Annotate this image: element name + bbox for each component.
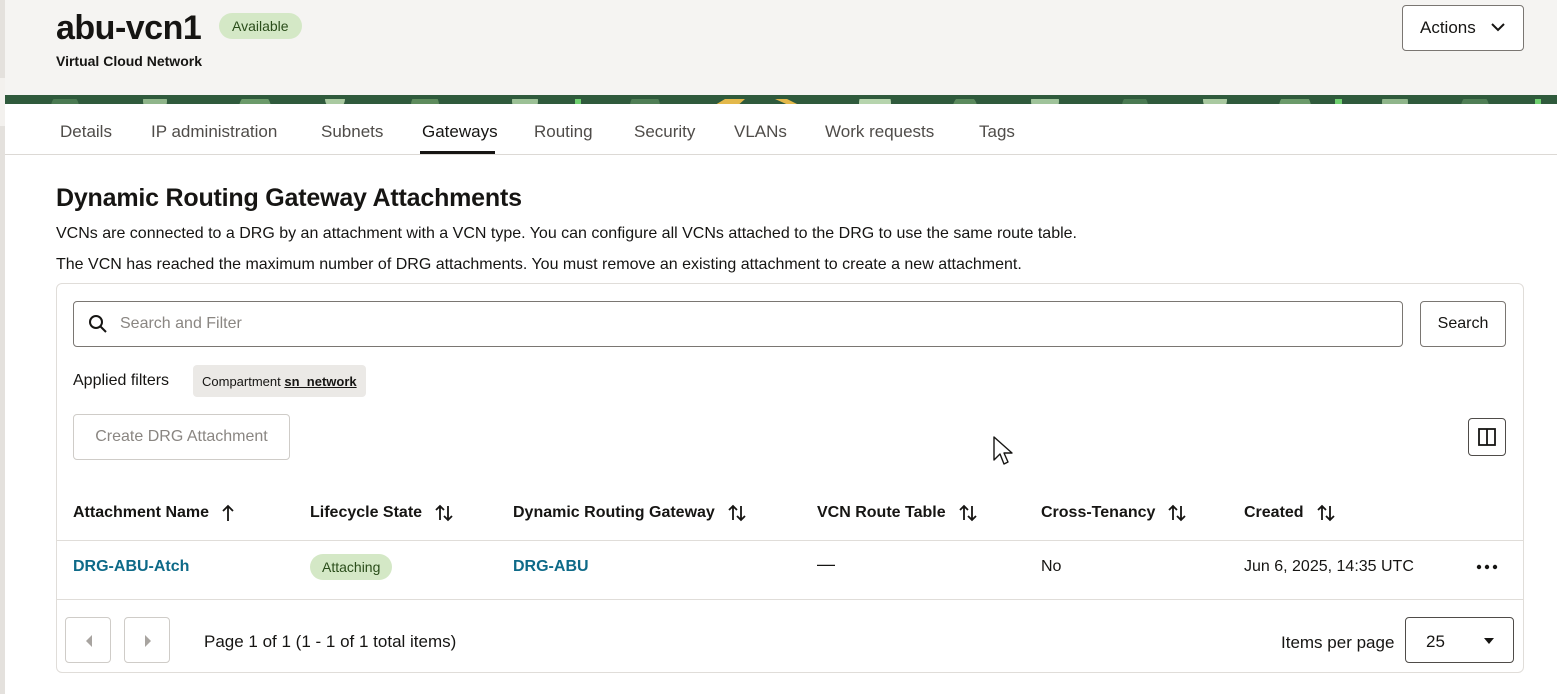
limit-notice: The VCN has reached the maximum number o… (56, 256, 1022, 273)
page-subtitle: Virtual Cloud Network (56, 53, 202, 69)
search-input[interactable] (120, 312, 1380, 336)
actions-button[interactable]: Actions (1402, 5, 1524, 51)
tab-details[interactable]: Details (60, 122, 112, 142)
mouse-cursor-icon (993, 436, 1013, 465)
section-description: VCNs are connected to a DRG by an attach… (56, 225, 1077, 242)
chevron-left-icon (86, 635, 92, 647)
tab-vlans[interactable]: VLANs (734, 122, 787, 142)
filter-chip-value[interactable]: sn_network (284, 374, 356, 389)
lifecycle-state-badge: Attaching (310, 554, 393, 580)
page-title: abu-vcn1 (56, 9, 202, 47)
column-header-label: VCN Route Table (817, 504, 946, 521)
column-header-label: Cross-Tenancy (1041, 504, 1156, 521)
pagination-summary: Page 1 of 1 (1 - 1 of 1 total items) (204, 632, 457, 651)
tab-ip-administration[interactable]: IP administration (151, 122, 277, 142)
caret-down-icon (1484, 638, 1494, 644)
sort-icon (728, 504, 746, 522)
column-header-label: Lifecycle State (310, 504, 423, 521)
compartment-filter-chip[interactable]: Compartment sn_network (193, 365, 366, 397)
column-header-cross-tenancy[interactable]: Cross-Tenancy (1041, 504, 1187, 522)
tab-bar: Details IP administration Subnets Gatewa… (5, 104, 1557, 155)
search-button[interactable]: Search (1420, 301, 1506, 347)
applied-filters-label: Applied filters (73, 372, 170, 389)
items-per-page-select[interactable]: 25 (1405, 617, 1514, 663)
sort-ascending-icon (222, 504, 234, 521)
decorative-banner (5, 95, 1557, 104)
tab-security[interactable]: Security (634, 122, 695, 142)
create-drg-attachment-button[interactable]: Create DRG Attachment (73, 414, 290, 460)
created-cell: Jun 6, 2025, 14:35 UTC (1244, 558, 1414, 575)
column-header-label: Created (1244, 504, 1304, 521)
status-badge: Available (219, 13, 302, 39)
tab-routing[interactable]: Routing (534, 122, 593, 142)
chevron-down-icon (1491, 23, 1505, 32)
column-header-lifecycle-state[interactable]: Lifecycle State (310, 504, 454, 522)
attachment-name-link[interactable]: DRG-ABU-Atch (73, 558, 189, 576)
section-title: Dynamic Routing Gateway Attachments (56, 184, 522, 212)
tab-gateways[interactable]: Gateways (422, 122, 498, 142)
table-header-divider (57, 540, 1523, 541)
column-header-attachment-name[interactable]: Attachment Name (73, 504, 235, 522)
column-header-label: Dynamic Routing Gateway (513, 504, 715, 521)
route-table-cell: — (817, 554, 835, 574)
search-icon (89, 315, 107, 333)
page-header: abu-vcn1 Available Virtual Cloud Network… (5, 0, 1557, 95)
actions-button-label: Actions (1420, 18, 1476, 37)
filter-chip-key: Compartment (202, 374, 281, 389)
sort-icon (1316, 504, 1335, 522)
tab-tags[interactable]: Tags (979, 122, 1015, 142)
next-page-button[interactable] (124, 617, 170, 663)
items-per-page-label: Items per page (1281, 633, 1395, 652)
sort-icon (958, 504, 977, 522)
more-actions-icon[interactable] (1474, 556, 1500, 578)
sort-icon (1168, 504, 1187, 522)
column-header-vcn-route-table[interactable]: VCN Route Table (817, 504, 978, 522)
search-field[interactable] (73, 301, 1403, 347)
manage-columns-button[interactable] (1468, 418, 1506, 456)
items-per-page-value: 25 (1426, 632, 1445, 651)
cross-tenancy-cell: No (1041, 558, 1062, 575)
active-tab-indicator (420, 151, 495, 154)
tab-work-requests[interactable]: Work requests (825, 122, 934, 142)
sort-icon (435, 504, 453, 522)
column-header-label: Attachment Name (73, 504, 210, 521)
drg-link[interactable]: DRG-ABU (513, 558, 589, 576)
column-header-created[interactable]: Created (1244, 504, 1336, 522)
columns-icon (1478, 428, 1496, 446)
table-footer-divider (57, 599, 1523, 600)
tab-subnets[interactable]: Subnets (321, 122, 383, 142)
previous-page-button[interactable] (65, 617, 111, 663)
column-header-dynamic-routing-gateway[interactable]: Dynamic Routing Gateway (513, 504, 747, 522)
chevron-right-icon (145, 635, 151, 647)
